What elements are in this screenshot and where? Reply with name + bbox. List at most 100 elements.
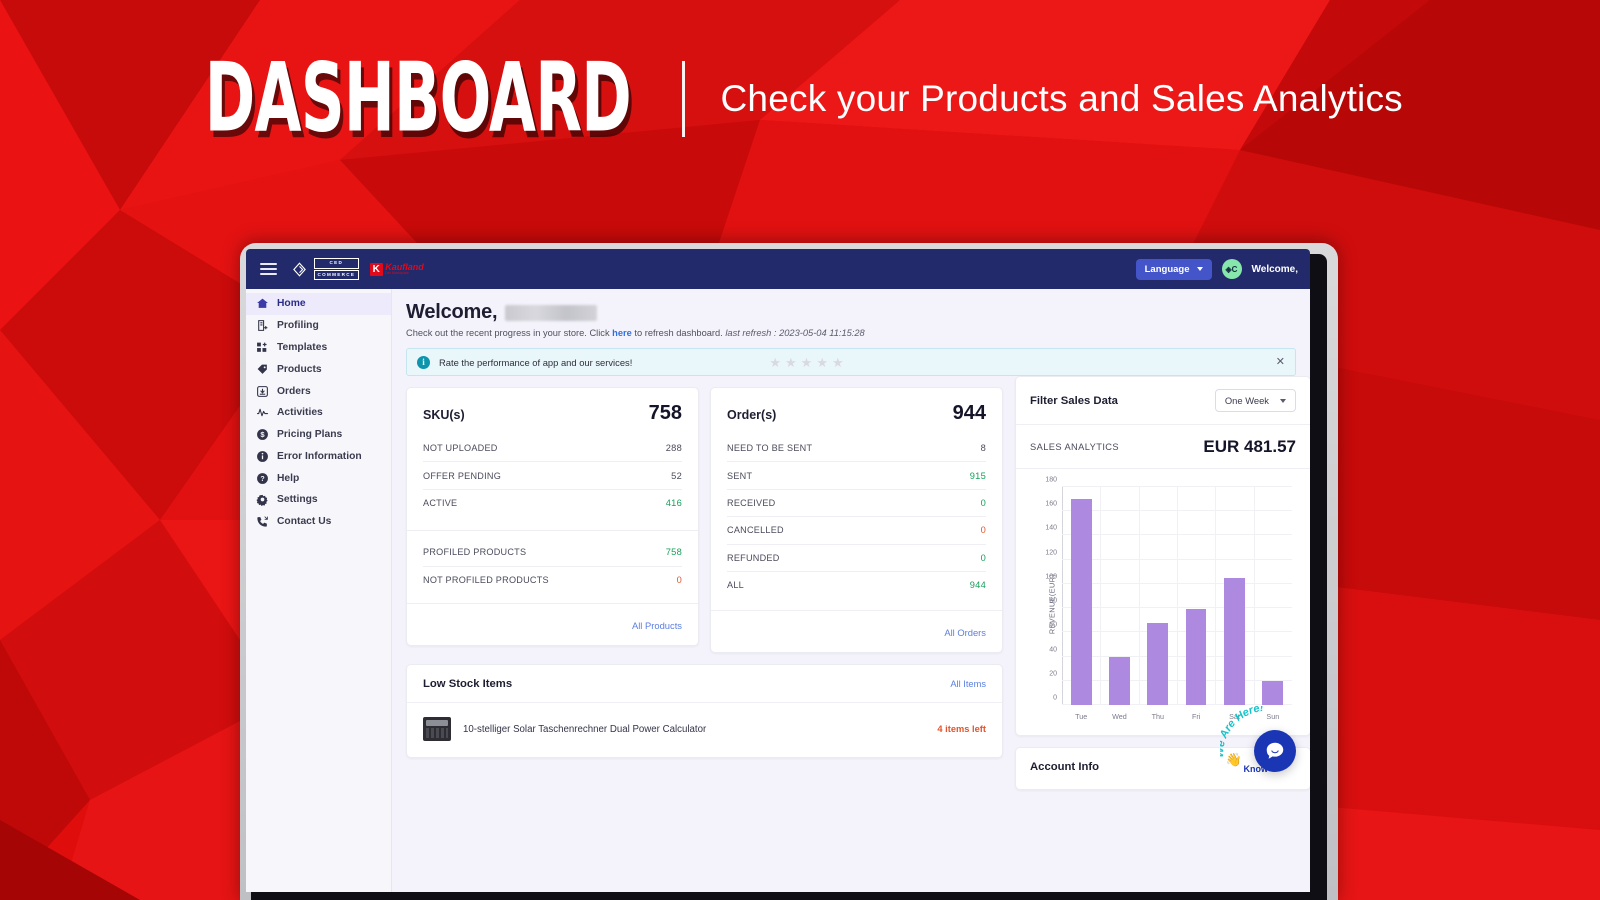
order-card-title: Order(s) (727, 408, 777, 422)
row-value: 0 (676, 574, 682, 585)
row-label: ACTIVE (423, 497, 458, 508)
chart-x-tick: Tue (1075, 712, 1088, 721)
chart-y-tick: 20 (1049, 670, 1057, 678)
refresh-here-link[interactable]: here (612, 328, 632, 338)
low-stock-item-name: 10-stelliger Solar Taschenrechner Dual P… (463, 723, 707, 735)
chart-bar-slot (1177, 487, 1215, 705)
sidebar-label: Products (277, 363, 322, 375)
banner-subtitle: Check your Products and Sales Analytics (720, 78, 1403, 119)
templates-icon (256, 341, 269, 354)
sidebar-item-contact-us[interactable]: Contact Us (246, 511, 391, 533)
sidebar-item-templates[interactable]: Templates (246, 337, 391, 359)
sidebar-item-settings[interactable]: Settings (246, 489, 391, 511)
chart-bar[interactable] (1185, 609, 1207, 705)
sidebar-item-products[interactable]: Products (246, 358, 391, 380)
chart-bar[interactable] (1070, 499, 1092, 705)
row-value: 0 (980, 497, 986, 508)
sidebar-item-orders[interactable]: Orders (246, 380, 391, 402)
sidebar-label: Orders (277, 385, 311, 397)
row-label: SENT (727, 470, 753, 481)
star-icon[interactable]: ★ (801, 356, 813, 369)
table-row[interactable]: ACTIVE 416 (423, 488, 682, 516)
row-label: ALL (727, 580, 744, 591)
table-row[interactable]: ALL 944 (727, 570, 986, 598)
table-row[interactable]: SENT 915 (727, 461, 986, 488)
all-products-link[interactable]: All Products (632, 620, 682, 631)
chart-bar[interactable] (1147, 622, 1169, 705)
chart-y-tick: 160 (1045, 500, 1057, 508)
sidebar-item-home[interactable]: Home (246, 293, 391, 315)
sidebar-item-profiling[interactable]: Profiling (246, 315, 391, 337)
hamburger-icon[interactable] (260, 263, 277, 275)
home-icon (256, 297, 269, 310)
brand-logo[interactable]: CED COMMERCE K Kaufland Der Marktplatz (292, 257, 424, 281)
language-button[interactable]: Language (1135, 258, 1212, 280)
sidebar-item-help[interactable]: ? Help (246, 467, 391, 489)
chart-y-tick: 180 (1045, 476, 1057, 484)
order-card-header: Order(s) 944 (711, 388, 1002, 435)
chart-bar[interactable] (1224, 577, 1245, 705)
sales-analytics-amount: EUR 481.57 (1203, 437, 1296, 456)
chat-widget[interactable]: We Are Here! 👋 Know (1220, 696, 1298, 774)
sales-analytics-label: SALES ANALYTICS (1030, 442, 1120, 452)
svg-text:?: ? (260, 476, 264, 483)
chart-y-tick: 80 (1049, 597, 1057, 605)
star-icon[interactable]: ★ (785, 356, 797, 369)
order-card-footer: All Orders (711, 610, 1002, 652)
cedcommerce-mark-icon (293, 261, 306, 277)
row-label: PROFILED PRODUCTS (423, 547, 527, 558)
brand-ced-text: CED (314, 257, 359, 269)
chart-y-tick: 40 (1049, 646, 1057, 654)
table-row[interactable]: NEED TO BE SENT 8 (727, 435, 986, 461)
sidebar-item-activities[interactable]: Activities (246, 402, 391, 424)
sidebar-label: Contact Us (277, 516, 332, 528)
chart-bar[interactable] (1109, 656, 1130, 705)
table-row[interactable]: RECEIVED 0 (727, 488, 986, 516)
sidebar-item-error-information[interactable]: Error Information (246, 445, 391, 467)
order-rows: NEED TO BE SENT 8 SENT 915 RECEIVED 0 CA… (711, 435, 1002, 598)
list-item[interactable]: 10-stelliger Solar Taschenrechner Dual P… (407, 702, 1002, 757)
row-value: 915 (969, 470, 986, 481)
star-icon[interactable]: ★ (816, 356, 828, 369)
all-items-link[interactable]: All Items (950, 679, 986, 689)
last-refresh-text: last refresh : 2023-05-04 11:15:28 (725, 328, 865, 338)
order-card: Order(s) 944 NEED TO BE SENT 8 SENT 915 … (710, 387, 1003, 654)
chart-bar-slot (1100, 487, 1138, 705)
table-row[interactable]: NOT UPLOADED 288 (423, 435, 682, 461)
all-orders-link[interactable]: All Orders (944, 627, 986, 638)
topbar-right-group: Language ◈C Welcome, (1135, 258, 1298, 280)
table-row[interactable]: REFUNDED 0 (727, 543, 986, 571)
star-icon[interactable]: ★ (832, 356, 844, 369)
star-icon[interactable]: ★ (769, 356, 781, 369)
rate-banner-text: Rate the performance of app and our serv… (439, 356, 633, 368)
table-row[interactable]: OFFER PENDING 52 (423, 461, 682, 488)
rating-stars[interactable]: ★ ★ ★ ★ ★ (769, 356, 843, 369)
close-icon[interactable]: ✕ (1276, 356, 1285, 368)
chat-bubble-icon[interactable] (1254, 730, 1296, 772)
main-content: Welcome, Check out the recent progress i… (392, 289, 1310, 892)
profiling-icon (256, 319, 269, 332)
kaufland-logo: K Kaufland Der Marktplatz (369, 262, 424, 276)
table-row[interactable]: CANCELLED 0 (727, 516, 986, 543)
chart-x-tick: Wed (1112, 712, 1127, 721)
avatar[interactable]: ◈C (1221, 259, 1242, 279)
table-row[interactable]: PROFILED PRODUCTS 758 (423, 539, 682, 565)
subtitle-middle: to refresh dashboard. (631, 328, 726, 338)
gear-icon (256, 493, 269, 507)
language-label: Language (1144, 263, 1190, 275)
chart-y-tick: 100 (1045, 573, 1057, 581)
chart-bar-slot (1062, 487, 1100, 705)
sidebar-label: Pricing Plans (277, 429, 343, 441)
chart-x-tick: Fri (1191, 712, 1201, 721)
sku-card-header: SKU(s) 758 (407, 388, 698, 435)
sidebar: Home Profiling Templates Products Orders… (246, 289, 392, 892)
app-topbar: CED COMMERCE K Kaufland Der Marktplatz L… (246, 249, 1310, 289)
table-row[interactable]: NOT PROFILED PRODUCTS 0 (423, 565, 682, 593)
row-value: 758 (665, 547, 682, 558)
low-stock-badge: 4 items left (937, 724, 986, 735)
date-range-select[interactable]: One Week (1214, 389, 1296, 412)
sidebar-item-pricing-plans[interactable]: $ Pricing Plans (246, 424, 391, 446)
calculator-thumbnail-icon (423, 717, 451, 742)
subtitle-prefix: Check out the recent progress in your st… (406, 328, 613, 338)
app-screen: CED COMMERCE K Kaufland Der Marktplatz L… (246, 249, 1310, 892)
